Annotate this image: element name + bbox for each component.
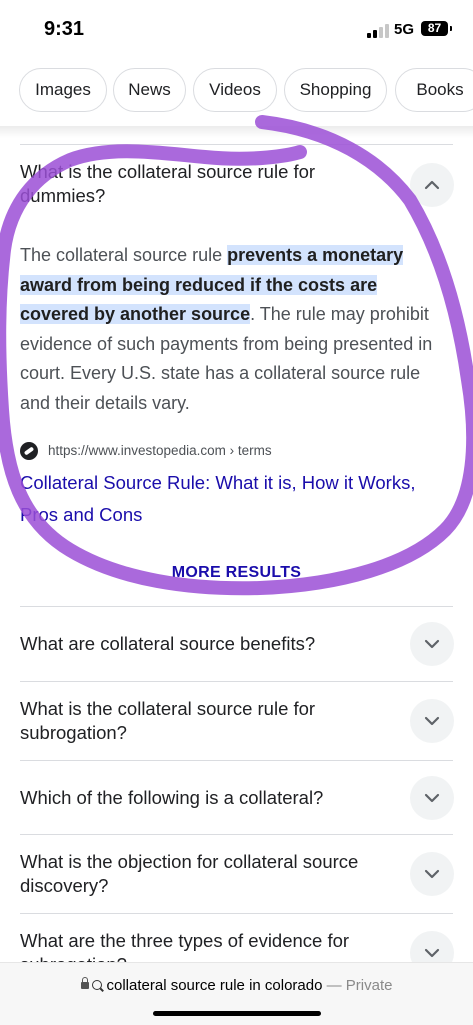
question-expanded[interactable]: What is the collateral source rule for d…: [20, 160, 380, 208]
chip-news[interactable]: News: [113, 68, 186, 112]
answer-lead: The collateral source rule: [20, 245, 228, 265]
home-indicator[interactable]: [153, 1011, 321, 1016]
lock-icon: [80, 977, 89, 989]
chip-shopping[interactable]: Shopping: [284, 68, 387, 112]
status-bar: 9:31 5G 87: [0, 0, 473, 60]
question-item[interactable]: What is the collateral source rule for s…: [20, 697, 390, 745]
status-time: 9:31: [44, 18, 85, 40]
answer-text: The collateral source rule prevents a mo…: [20, 241, 440, 418]
collapse-button[interactable]: [410, 163, 454, 207]
chip-videos[interactable]: Videos: [193, 68, 277, 112]
question-item[interactable]: Which of the following is a collateral?: [20, 786, 390, 810]
divider: [20, 144, 453, 145]
network-type: 5G: [394, 21, 415, 38]
expand-button[interactable]: [410, 776, 454, 820]
header-shadow: [0, 126, 473, 138]
result-link[interactable]: Collateral Source Rule: What it is, How …: [20, 467, 445, 530]
chip-books[interactable]: Books: [395, 68, 473, 112]
address-text[interactable]: collateral source rule in colorado — Pri…: [0, 977, 473, 994]
address-separator: —: [326, 977, 342, 994]
divider: [20, 913, 453, 914]
private-mode-label: Private: [345, 977, 393, 994]
chevron-down-icon: [424, 948, 440, 958]
signal-icon: [367, 24, 389, 38]
search-filter-chips: Images News Videos Shopping Books: [0, 68, 473, 114]
expand-button[interactable]: [410, 852, 454, 896]
battery-icon: 87: [421, 21, 452, 36]
chip-images[interactable]: Images: [19, 68, 107, 112]
more-results-link[interactable]: MORE RESULTS: [0, 564, 473, 582]
chevron-down-icon: [424, 869, 440, 879]
chevron-up-icon: [424, 180, 440, 190]
divider: [20, 834, 453, 835]
question-item[interactable]: What is the objection for collateral sou…: [20, 850, 400, 898]
divider: [20, 760, 453, 761]
chevron-down-icon: [424, 639, 440, 649]
chevron-down-icon: [424, 793, 440, 803]
expand-button[interactable]: [410, 622, 454, 666]
divider: [20, 681, 453, 682]
investopedia-favicon: [20, 442, 38, 460]
question-item[interactable]: What are collateral source benefits?: [20, 632, 390, 656]
search-icon: [91, 980, 102, 990]
address-query: collateral source rule in colorado: [106, 977, 323, 994]
source-url: https://www.investopedia.com › terms: [48, 443, 272, 458]
chevron-down-icon: [424, 716, 440, 726]
expand-button[interactable]: [410, 699, 454, 743]
divider: [20, 606, 453, 607]
